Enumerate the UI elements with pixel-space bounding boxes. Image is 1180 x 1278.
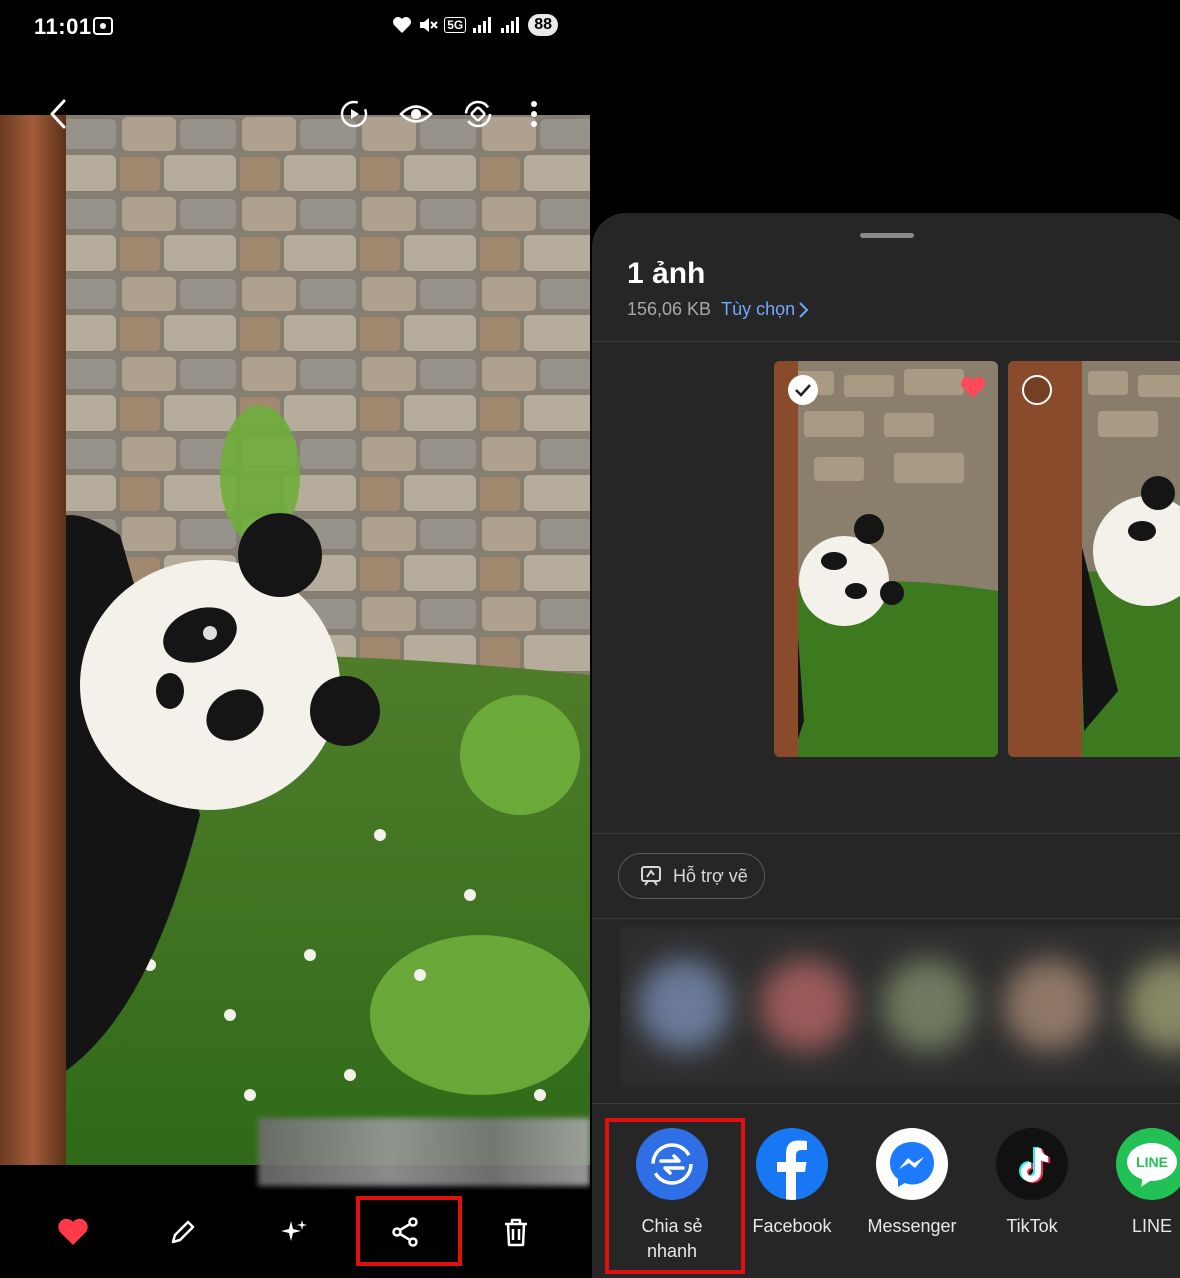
chevron-right-icon xyxy=(799,301,809,318)
blurred-region xyxy=(258,1118,590,1186)
viewer-bottom-bar xyxy=(0,1190,590,1278)
divider xyxy=(592,833,1180,834)
screenshot-icon xyxy=(93,17,113,35)
app-facebook[interactable]: Facebook xyxy=(732,1128,852,1239)
panda-photo[interactable] xyxy=(0,115,590,1165)
unselected-circle-icon[interactable] xyxy=(1022,375,1052,405)
back-button[interactable] xyxy=(36,92,80,136)
edit-button[interactable] xyxy=(155,1204,211,1260)
direct-share-contacts[interactable] xyxy=(620,925,1180,1087)
ai-effects-button[interactable] xyxy=(266,1204,322,1260)
share-button-highlight xyxy=(356,1196,462,1266)
drag-handle[interactable] xyxy=(860,233,914,238)
tiktok-icon xyxy=(996,1128,1068,1200)
app-tiktok[interactable]: TikTok xyxy=(972,1128,1092,1239)
divider xyxy=(592,918,1180,919)
drawing-assist-icon xyxy=(641,866,661,886)
signal-icon xyxy=(473,17,492,33)
file-size: 156,06 KB xyxy=(627,299,712,319)
delete-icon xyxy=(505,1218,527,1247)
app-messenger[interactable]: Messenger xyxy=(852,1128,972,1239)
remaster-video-icon xyxy=(340,100,368,128)
mute-icon xyxy=(420,18,438,32)
drawing-assist-label: Hỗ trợ vẽ xyxy=(673,865,748,886)
back-icon xyxy=(50,99,66,129)
signal-icon-2 xyxy=(501,17,520,33)
status-time: 11:01 xyxy=(34,14,92,39)
favorite-badge-icon xyxy=(960,377,986,398)
share-screen: 1 ảnh 156,06 KB Tùy chọn Hỗ trợ vẽ Chia … xyxy=(590,0,1180,1278)
facebook-icon xyxy=(756,1128,828,1200)
remaster-video-button[interactable] xyxy=(332,92,376,136)
svg-text:LINE: LINE xyxy=(1136,1154,1168,1170)
more-vert-icon xyxy=(531,101,537,127)
thumbnail-unselected[interactable] xyxy=(1008,361,1180,757)
options-link[interactable]: Tùy chọn xyxy=(721,299,809,320)
thumbnail-selected[interactable] xyxy=(774,361,998,757)
eye-icon xyxy=(399,105,433,123)
edit-icon xyxy=(171,1220,195,1244)
view-button[interactable] xyxy=(394,92,438,136)
heart-status-icon xyxy=(393,17,412,33)
share-sheet-title: 1 ảnh xyxy=(627,257,706,290)
divider xyxy=(592,1103,1180,1104)
app-label-facebook: Facebook xyxy=(752,1216,832,1236)
delete-button[interactable] xyxy=(488,1204,544,1260)
messenger-icon xyxy=(876,1128,948,1200)
favorite-icon xyxy=(58,1218,88,1245)
favorite-button[interactable] xyxy=(45,1204,101,1260)
status-indicators: 5G 88 xyxy=(392,14,558,36)
rotate-icon xyxy=(464,100,492,128)
app-label-messenger: Messenger xyxy=(867,1216,957,1236)
gallery-viewer: 11:01 5G 88 xyxy=(0,0,590,1278)
rotate-button[interactable] xyxy=(456,92,500,136)
battery-indicator: 88 xyxy=(528,14,558,36)
line-icon: LINE xyxy=(1116,1128,1180,1200)
app-line[interactable]: LINE LINE xyxy=(1092,1128,1180,1239)
viewer-toolbar xyxy=(0,84,590,146)
app-label-line: LINE xyxy=(1131,1216,1173,1236)
share-sheet-meta: 156,06 KB Tùy chọn xyxy=(627,299,809,320)
network-type: 5G xyxy=(444,17,467,33)
more-options-button[interactable] xyxy=(512,92,556,136)
status-bar: 11:01 5G 88 xyxy=(0,0,590,56)
drawing-assist-chip[interactable]: Hỗ trợ vẽ xyxy=(618,853,765,899)
app-label-tiktok: TikTok xyxy=(1006,1216,1058,1236)
quick-share-highlight xyxy=(605,1118,745,1274)
ai-effects-icon xyxy=(281,1220,307,1241)
options-link-label: Tùy chọn xyxy=(721,299,796,319)
divider xyxy=(592,341,1180,342)
selected-check-icon[interactable] xyxy=(788,375,818,405)
